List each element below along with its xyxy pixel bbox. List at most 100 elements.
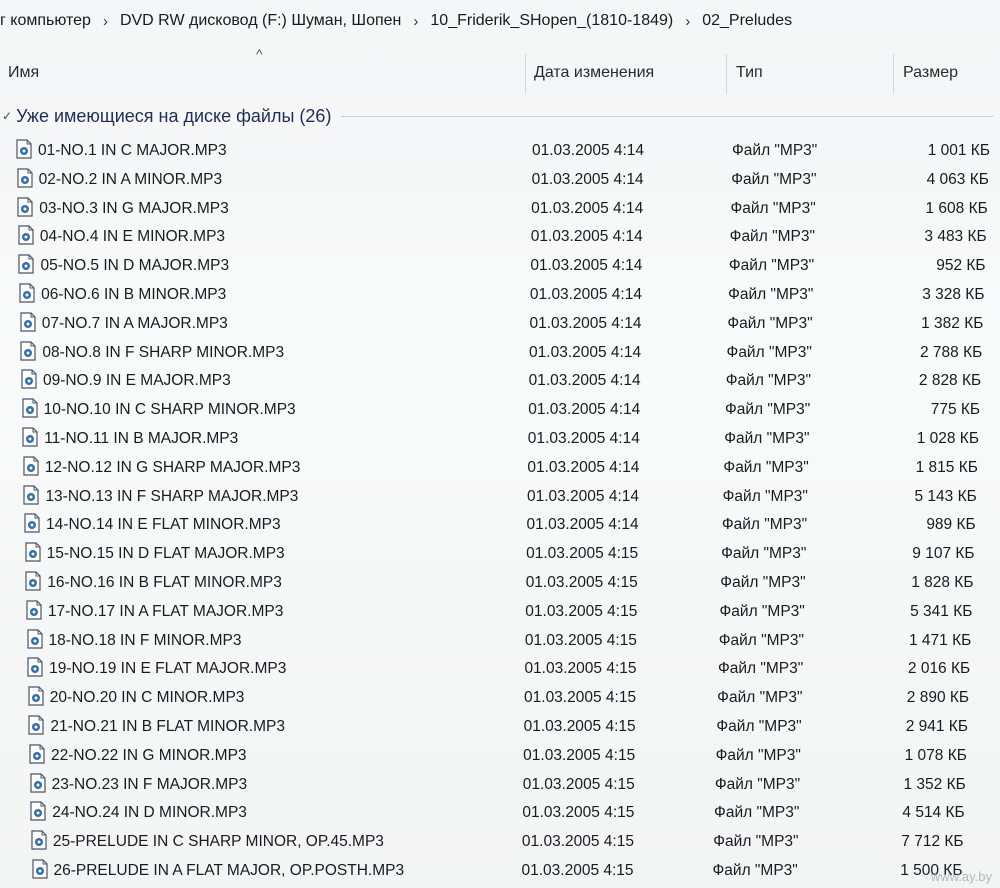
- mp3-file-icon: [20, 340, 36, 361]
- file-name: 07-NO.7 IN A MAJOR.MP3: [41, 314, 228, 332]
- mp3-file-icon: [31, 830, 47, 850]
- mp3-file-icon: [31, 859, 48, 879]
- file-row[interactable]: 12-NO.12 IN G SHARP MAJOR.MP3 01.03.2005 …: [0, 455, 1000, 481]
- file-size: 989 КБ: [926, 516, 976, 534]
- group-collapse-icon[interactable]: ✓: [2, 109, 12, 123]
- file-type: Файл "MP3": [720, 574, 806, 591]
- file-date: 01.03.2005 4:15: [521, 833, 634, 851]
- file-type: Файл "MP3": [717, 660, 804, 678]
- file-row[interactable]: 16-NO.16 IN B FLAT MINOR.MP3 01.03.2005 4…: [0, 570, 1000, 596]
- file-type: Файл "MP3": [729, 228, 815, 246]
- file-type: Файл "MP3": [719, 602, 805, 620]
- file-name: 09-NO.9 IN E MAJOR.MP3: [42, 372, 231, 390]
- file-name: 21-NO.21 IN B FLAT MINOR.MP3: [50, 718, 285, 735]
- file-row[interactable]: 02-NO.2 IN A MINOR.MP3 01.03.2005 4:14 Фай…: [0, 167, 1000, 193]
- file-size: 1 001 КБ: [927, 142, 990, 159]
- file-row[interactable]: 23-NO.23 IN F MAJOR.MP3 01.03.2005 4:15 Фа…: [0, 772, 1000, 798]
- column-divider[interactable]: [726, 54, 727, 94]
- file-size: 775 КБ: [930, 401, 981, 419]
- file-size: 7 712 КБ: [901, 833, 964, 851]
- file-row[interactable]: 20-NO.20 IN C MINOR.MP3 01.03.2005 4:15 Фа…: [0, 685, 1000, 711]
- file-name: 26-PRELUDE IN A FLAT MAJOR, OP.POSTH.MP3: [53, 862, 405, 879]
- file-type: Файл "MP3": [724, 430, 810, 447]
- file-group-header[interactable]: ✓ Уже имеющиеся на диске файлы (26): [0, 100, 1000, 132]
- column-header-type[interactable]: Тип: [736, 58, 763, 88]
- file-row[interactable]: 26-PRELUDE IN A FLAT MAJOR, OP.POSTH.MP3…: [0, 858, 1000, 884]
- breadcrumb-item-dvd-drive[interactable]: DVD RW дисковод (F:) Шуман, Шопен: [114, 12, 407, 30]
- file-type: Файл "MP3": [717, 689, 803, 707]
- file-explorer-window: г компьютер › DVD RW дисковод (F:) Шуман…: [0, 0, 1000, 888]
- column-header-date[interactable]: Дата изменения: [534, 58, 654, 88]
- file-size: 2 828 КБ: [918, 372, 982, 390]
- file-size: 2 941 КБ: [905, 718, 968, 735]
- file-row[interactable]: 21-NO.21 IN B FLAT MINOR.MP3 01.03.2005 4…: [0, 714, 1000, 740]
- file-name: 17-NO.17 IN A FLAT MAJOR.MP3: [47, 602, 284, 620]
- file-row[interactable]: 01-NO.1 IN C MAJOR.MP3 01.03.2005 4:14 Фай…: [0, 138, 1000, 164]
- file-row[interactable]: 17-NO.17 IN A FLAT MAJOR.MP3 01.03.2005 4…: [0, 599, 1000, 625]
- file-size: 1 352 КБ: [903, 775, 966, 793]
- file-name: 14-NO.14 IN E FLAT MINOR.MP3: [46, 516, 281, 534]
- column-divider[interactable]: [525, 54, 526, 94]
- file-date: 01.03.2005 4:14: [526, 487, 640, 505]
- column-header-name[interactable]: Имя: [8, 58, 39, 88]
- column-divider[interactable]: [893, 54, 894, 94]
- file-row[interactable]: 25-PRELUDE IN C SHARP MINOR, OP.45.MP3 01…: [0, 829, 1000, 855]
- mp3-file-icon: [18, 254, 35, 274]
- file-size: 2 890 КБ: [906, 689, 970, 707]
- chevron-right-icon[interactable]: ›: [97, 13, 114, 30]
- file-date: 01.03.2005 4:14: [527, 430, 640, 447]
- file-row[interactable]: 04-NO.4 IN E MINOR.MP3 01.03.2005 4:14 Фай…: [0, 224, 1000, 250]
- file-name: 04-NO.4 IN E MINOR.MP3: [39, 228, 226, 246]
- file-date: 01.03.2005 4:15: [523, 746, 636, 764]
- file-size: 4 063 КБ: [926, 170, 989, 188]
- chevron-right-icon[interactable]: ›: [679, 13, 696, 30]
- mp3-file-icon: [28, 715, 44, 735]
- breadcrumb-item-preludes-folder[interactable]: 02_Preludes: [696, 12, 798, 30]
- file-row[interactable]: 15-NO.15 IN D FLAT MAJOR.MP3 01.03.2005 4…: [0, 541, 1000, 567]
- breadcrumb-item-computer[interactable]: г компьютер: [0, 12, 97, 30]
- file-size: 2 016 КБ: [907, 660, 971, 678]
- mp3-file-icon: [24, 513, 40, 533]
- file-row[interactable]: 18-NO.18 IN F MINOR.MP3 01.03.2005 4:15 Фа…: [0, 628, 1000, 654]
- file-type: Файл "MP3": [716, 718, 802, 735]
- file-type: Файл "MP3": [714, 775, 801, 793]
- file-row[interactable]: 13-NO.13 IN F SHARP MAJOR.MP3 01.03.2005 …: [0, 484, 1000, 510]
- file-type: Файл "MP3": [731, 170, 817, 188]
- file-name: 06-NO.6 IN B MINOR.MP3: [41, 286, 227, 303]
- mp3-file-icon: [25, 571, 41, 591]
- file-row[interactable]: 22-NO.22 IN G MINOR.MP3 01.03.2005 4:15 Фа…: [0, 743, 1000, 769]
- sort-ascending-icon: ^: [256, 46, 263, 62]
- mp3-file-icon: [20, 312, 36, 332]
- file-type: Файл "MP3": [722, 487, 808, 505]
- column-header-size[interactable]: Размер: [903, 58, 958, 88]
- file-row[interactable]: 07-NO.7 IN A MAJOR.MP3 01.03.2005 4:14 Фай…: [0, 311, 1000, 337]
- file-type: Файл "MP3": [723, 458, 809, 476]
- file-row[interactable]: 09-NO.9 IN E MAJOR.MP3 01.03.2005 4:14 Фай…: [0, 368, 1000, 394]
- file-type: Файл "MP3": [721, 516, 808, 534]
- file-row[interactable]: 08-NO.8 IN F SHARP MINOR.MP3 01.03.2005 4…: [0, 340, 1000, 366]
- file-type: Файл "MP3": [725, 372, 812, 390]
- file-date: 01.03.2005 4:15: [522, 804, 635, 822]
- file-date: 01.03.2005 4:14: [527, 458, 640, 476]
- file-row[interactable]: 05-NO.5 IN D MAJOR.MP3 01.03.2005 4:14 Фай…: [0, 253, 1000, 279]
- file-date: 01.03.2005 4:14: [530, 257, 643, 275]
- file-name: 22-NO.22 IN G MINOR.MP3: [51, 746, 247, 764]
- breadcrumb-item-chopin-folder[interactable]: 10_Friderik_SHopen_(1810-1849): [424, 12, 679, 30]
- file-row[interactable]: 24-NO.24 IN D MINOR.MP3 01.03.2005 4:15 Фа…: [0, 800, 1000, 826]
- mp3-file-icon: [21, 398, 38, 418]
- file-row[interactable]: 10-NO.10 IN C SHARP MINOR.MP3 01.03.2005 …: [0, 397, 1000, 423]
- file-row[interactable]: 03-NO.3 IN G MAJOR.MP3 01.03.2005 4:14 Фай…: [0, 196, 1000, 222]
- file-name: 12-NO.12 IN G SHARP MAJOR.MP3: [44, 458, 301, 476]
- mp3-file-icon: [17, 168, 33, 188]
- mp3-file-icon: [28, 686, 44, 706]
- file-row[interactable]: 11-NO.11 IN B MAJOR.MP3 01.03.2005 4:14 Фа…: [0, 426, 1000, 452]
- file-type: Файл "MP3": [714, 804, 800, 822]
- file-type: Файл "MP3": [724, 401, 811, 419]
- group-divider-line: [341, 115, 994, 117]
- breadcrumb: г компьютер › DVD RW дисковод (F:) Шуман…: [0, 0, 1000, 42]
- file-row[interactable]: 06-NO.6 IN B MINOR.MP3 01.03.2005 4:14 Фай…: [0, 282, 1000, 308]
- mp3-file-icon: [29, 744, 45, 764]
- file-row[interactable]: 19-NO.19 IN E FLAT MAJOR.MP3 01.03.2005 4…: [0, 656, 1000, 682]
- file-row[interactable]: 14-NO.14 IN E FLAT MINOR.MP3 01.03.2005 4…: [0, 512, 1000, 538]
- chevron-right-icon[interactable]: ›: [407, 13, 424, 30]
